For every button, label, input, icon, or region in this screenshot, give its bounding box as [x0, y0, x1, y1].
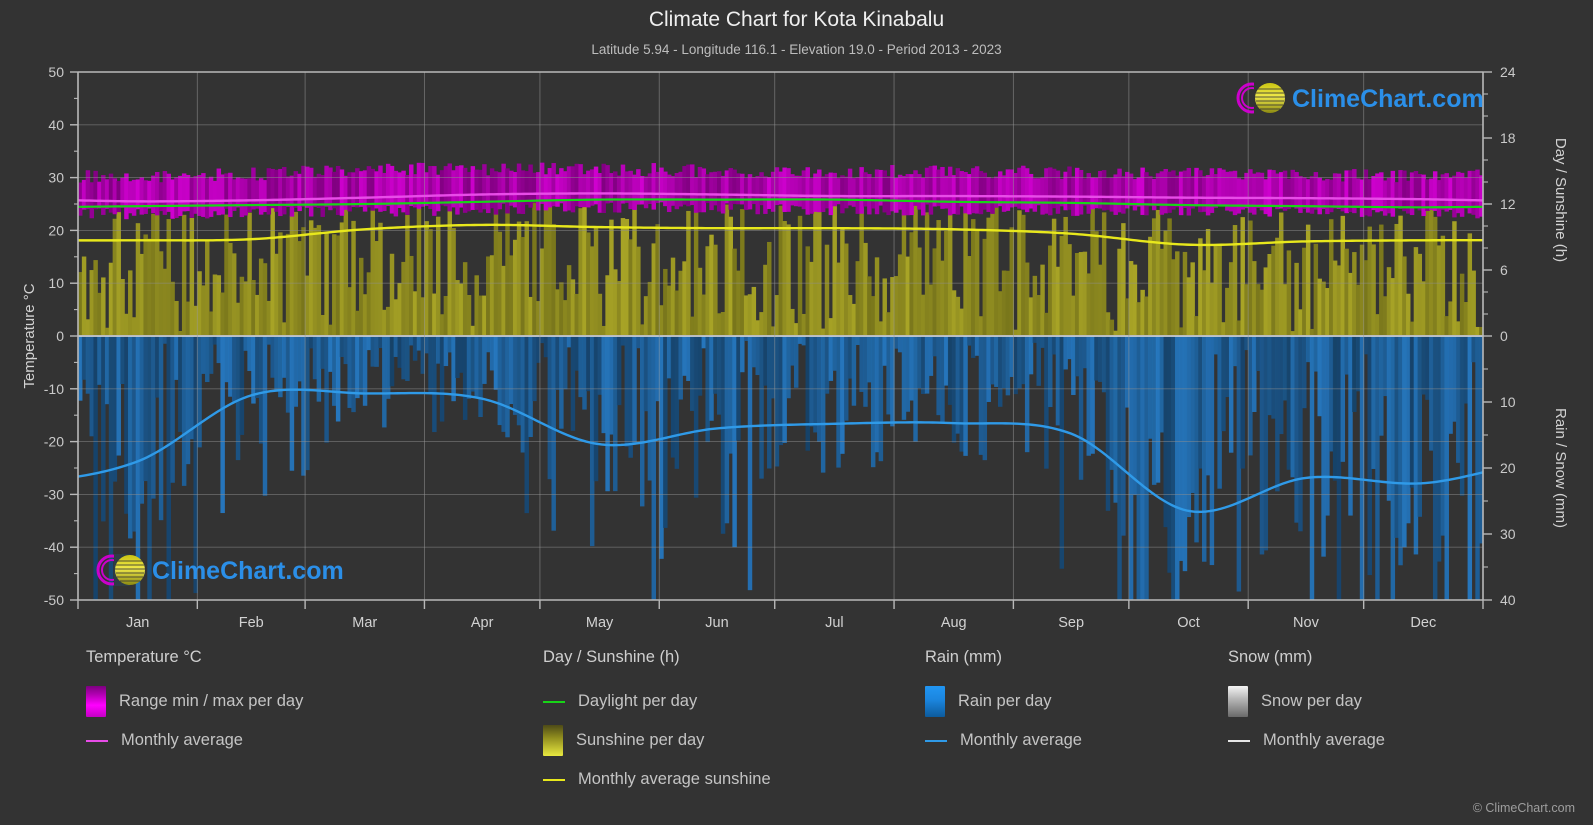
svg-text:-10: -10 [44, 381, 64, 397]
copyright-notice: © ClimeChart.com [1472, 801, 1575, 815]
svg-text:6: 6 [1500, 262, 1508, 278]
x-tick-label-may: May [586, 615, 614, 631]
left-axis-ticks: 50 40 30 20 10 0 -10 -20 -30 -40 -50 [44, 64, 78, 608]
legend-column-temperature: Temperature °C Range min / max per day M… [86, 648, 526, 760]
x-tick-label-jan: Jan [126, 615, 149, 631]
temperature-range-swatch-icon [86, 686, 106, 717]
svg-text:20: 20 [1500, 460, 1516, 476]
chart-svg: 50 40 30 20 10 0 -10 -20 -30 -40 -50 24 18 12 6 0 10 20… [21, 64, 1569, 631]
x-axis-ticks: Jan Feb Mar Apr May Jun Jul Aug Sep Oct Nov Dec [77, 600, 1484, 631]
logo-text-bottom: ClimeChart.com [152, 557, 344, 585]
x-tick-label-aug: Aug [941, 615, 967, 631]
legend-label-rain-average: Monthly average [960, 731, 1082, 749]
svg-text:10: 10 [1500, 394, 1516, 410]
legend-title-rain: Rain (mm) [925, 648, 1002, 666]
legend-column-rain: Rain (mm) Rain per day Monthly average [925, 648, 1225, 760]
right-bottom-axis-label: Rain / Snow (mm) [1552, 408, 1569, 528]
legend-title-snow: Snow (mm) [1228, 648, 1313, 666]
svg-text:-20: -20 [44, 434, 64, 450]
left-axis-label: Temperature °C [21, 283, 38, 388]
legend-item-rain-per-day[interactable]: Rain per day [925, 682, 1225, 721]
legend-label-temp-average: Monthly average [121, 731, 243, 749]
svg-text:10: 10 [48, 275, 64, 291]
x-tick-label-dec: Dec [1410, 615, 1436, 631]
x-tick-label-jul: Jul [825, 615, 844, 631]
x-tick-label-sep: Sep [1058, 615, 1084, 631]
svg-text:30: 30 [1500, 526, 1516, 542]
x-tick-label-feb: Feb [239, 615, 264, 631]
daylight-line-icon [543, 700, 565, 703]
svg-text:24: 24 [1500, 64, 1516, 80]
x-tick-label-oct: Oct [1177, 615, 1200, 631]
legend-item-sunshine-average[interactable]: Monthly average sunshine [543, 760, 913, 799]
svg-text:20: 20 [48, 222, 64, 238]
x-tick-label-nov: Nov [1293, 615, 1320, 631]
logo-watermark-bottom: ClimeChart.com [96, 554, 344, 586]
legend-label-sunshine-average: Monthly average sunshine [578, 770, 771, 788]
legend-title-day-sunshine: Day / Sunshine (h) [543, 648, 680, 666]
svg-text:50: 50 [48, 64, 64, 80]
svg-text:18: 18 [1500, 130, 1516, 146]
svg-text:-40: -40 [44, 539, 64, 555]
sunshine-average-line-icon [543, 778, 565, 781]
legend-label-daylight: Daylight per day [578, 692, 698, 710]
legend-label-snow-average: Monthly average [1263, 731, 1385, 749]
legend-item-daylight[interactable]: Daylight per day [543, 682, 913, 721]
temperature-average-line-icon [86, 739, 108, 742]
legend-item-rain-average[interactable]: Monthly average [925, 721, 1225, 760]
x-tick-label-mar: Mar [352, 615, 377, 631]
legend-column-day-sunshine: Day / Sunshine (h) Daylight per day Suns… [543, 648, 913, 799]
svg-text:-50: -50 [44, 592, 64, 608]
snow-swatch-icon [1228, 686, 1248, 717]
legend-item-temp-average[interactable]: Monthly average [86, 721, 526, 760]
sunshine-swatch-icon [543, 725, 563, 756]
legend-column-snow: Snow (mm) Snow per day Monthly average [1228, 648, 1558, 760]
rain-swatch-icon [925, 686, 945, 717]
right-axis-ticks-day: 24 18 12 6 0 [1483, 64, 1516, 344]
right-top-axis-label: Day / Sunshine (h) [1552, 138, 1569, 262]
logo-watermark-top: ClimeChart.com [1236, 82, 1484, 114]
rain-average-line-icon [925, 739, 947, 742]
logo-text-top: ClimeChart.com [1292, 85, 1484, 113]
svg-text:-30: -30 [44, 486, 64, 502]
svg-text:40: 40 [48, 117, 64, 133]
snow-average-line-icon [1228, 739, 1250, 742]
legend-item-sunshine[interactable]: Sunshine per day [543, 721, 913, 760]
legend-item-snow-average[interactable]: Monthly average [1228, 721, 1558, 760]
chart-legend: Temperature °C Range min / max per day M… [0, 648, 1593, 825]
right-axis-ticks-rain: 10 20 30 40 [1483, 368, 1516, 608]
legend-label-snow-per-day: Snow per day [1261, 692, 1362, 710]
svg-text:30: 30 [48, 170, 64, 186]
svg-text:12: 12 [1500, 196, 1516, 212]
legend-label-temp-range: Range min / max per day [119, 692, 304, 710]
svg-text:0: 0 [1500, 328, 1508, 344]
x-tick-label-apr: Apr [471, 615, 494, 631]
legend-item-temp-range[interactable]: Range min / max per day [86, 682, 526, 721]
x-tick-label-jun: Jun [705, 615, 728, 631]
legend-title-temperature: Temperature °C [86, 648, 202, 666]
svg-text:40: 40 [1500, 592, 1516, 608]
legend-label-sunshine: Sunshine per day [576, 731, 705, 749]
legend-item-snow-per-day[interactable]: Snow per day [1228, 682, 1558, 721]
legend-label-rain-per-day: Rain per day [958, 692, 1052, 710]
svg-text:0: 0 [56, 328, 64, 344]
